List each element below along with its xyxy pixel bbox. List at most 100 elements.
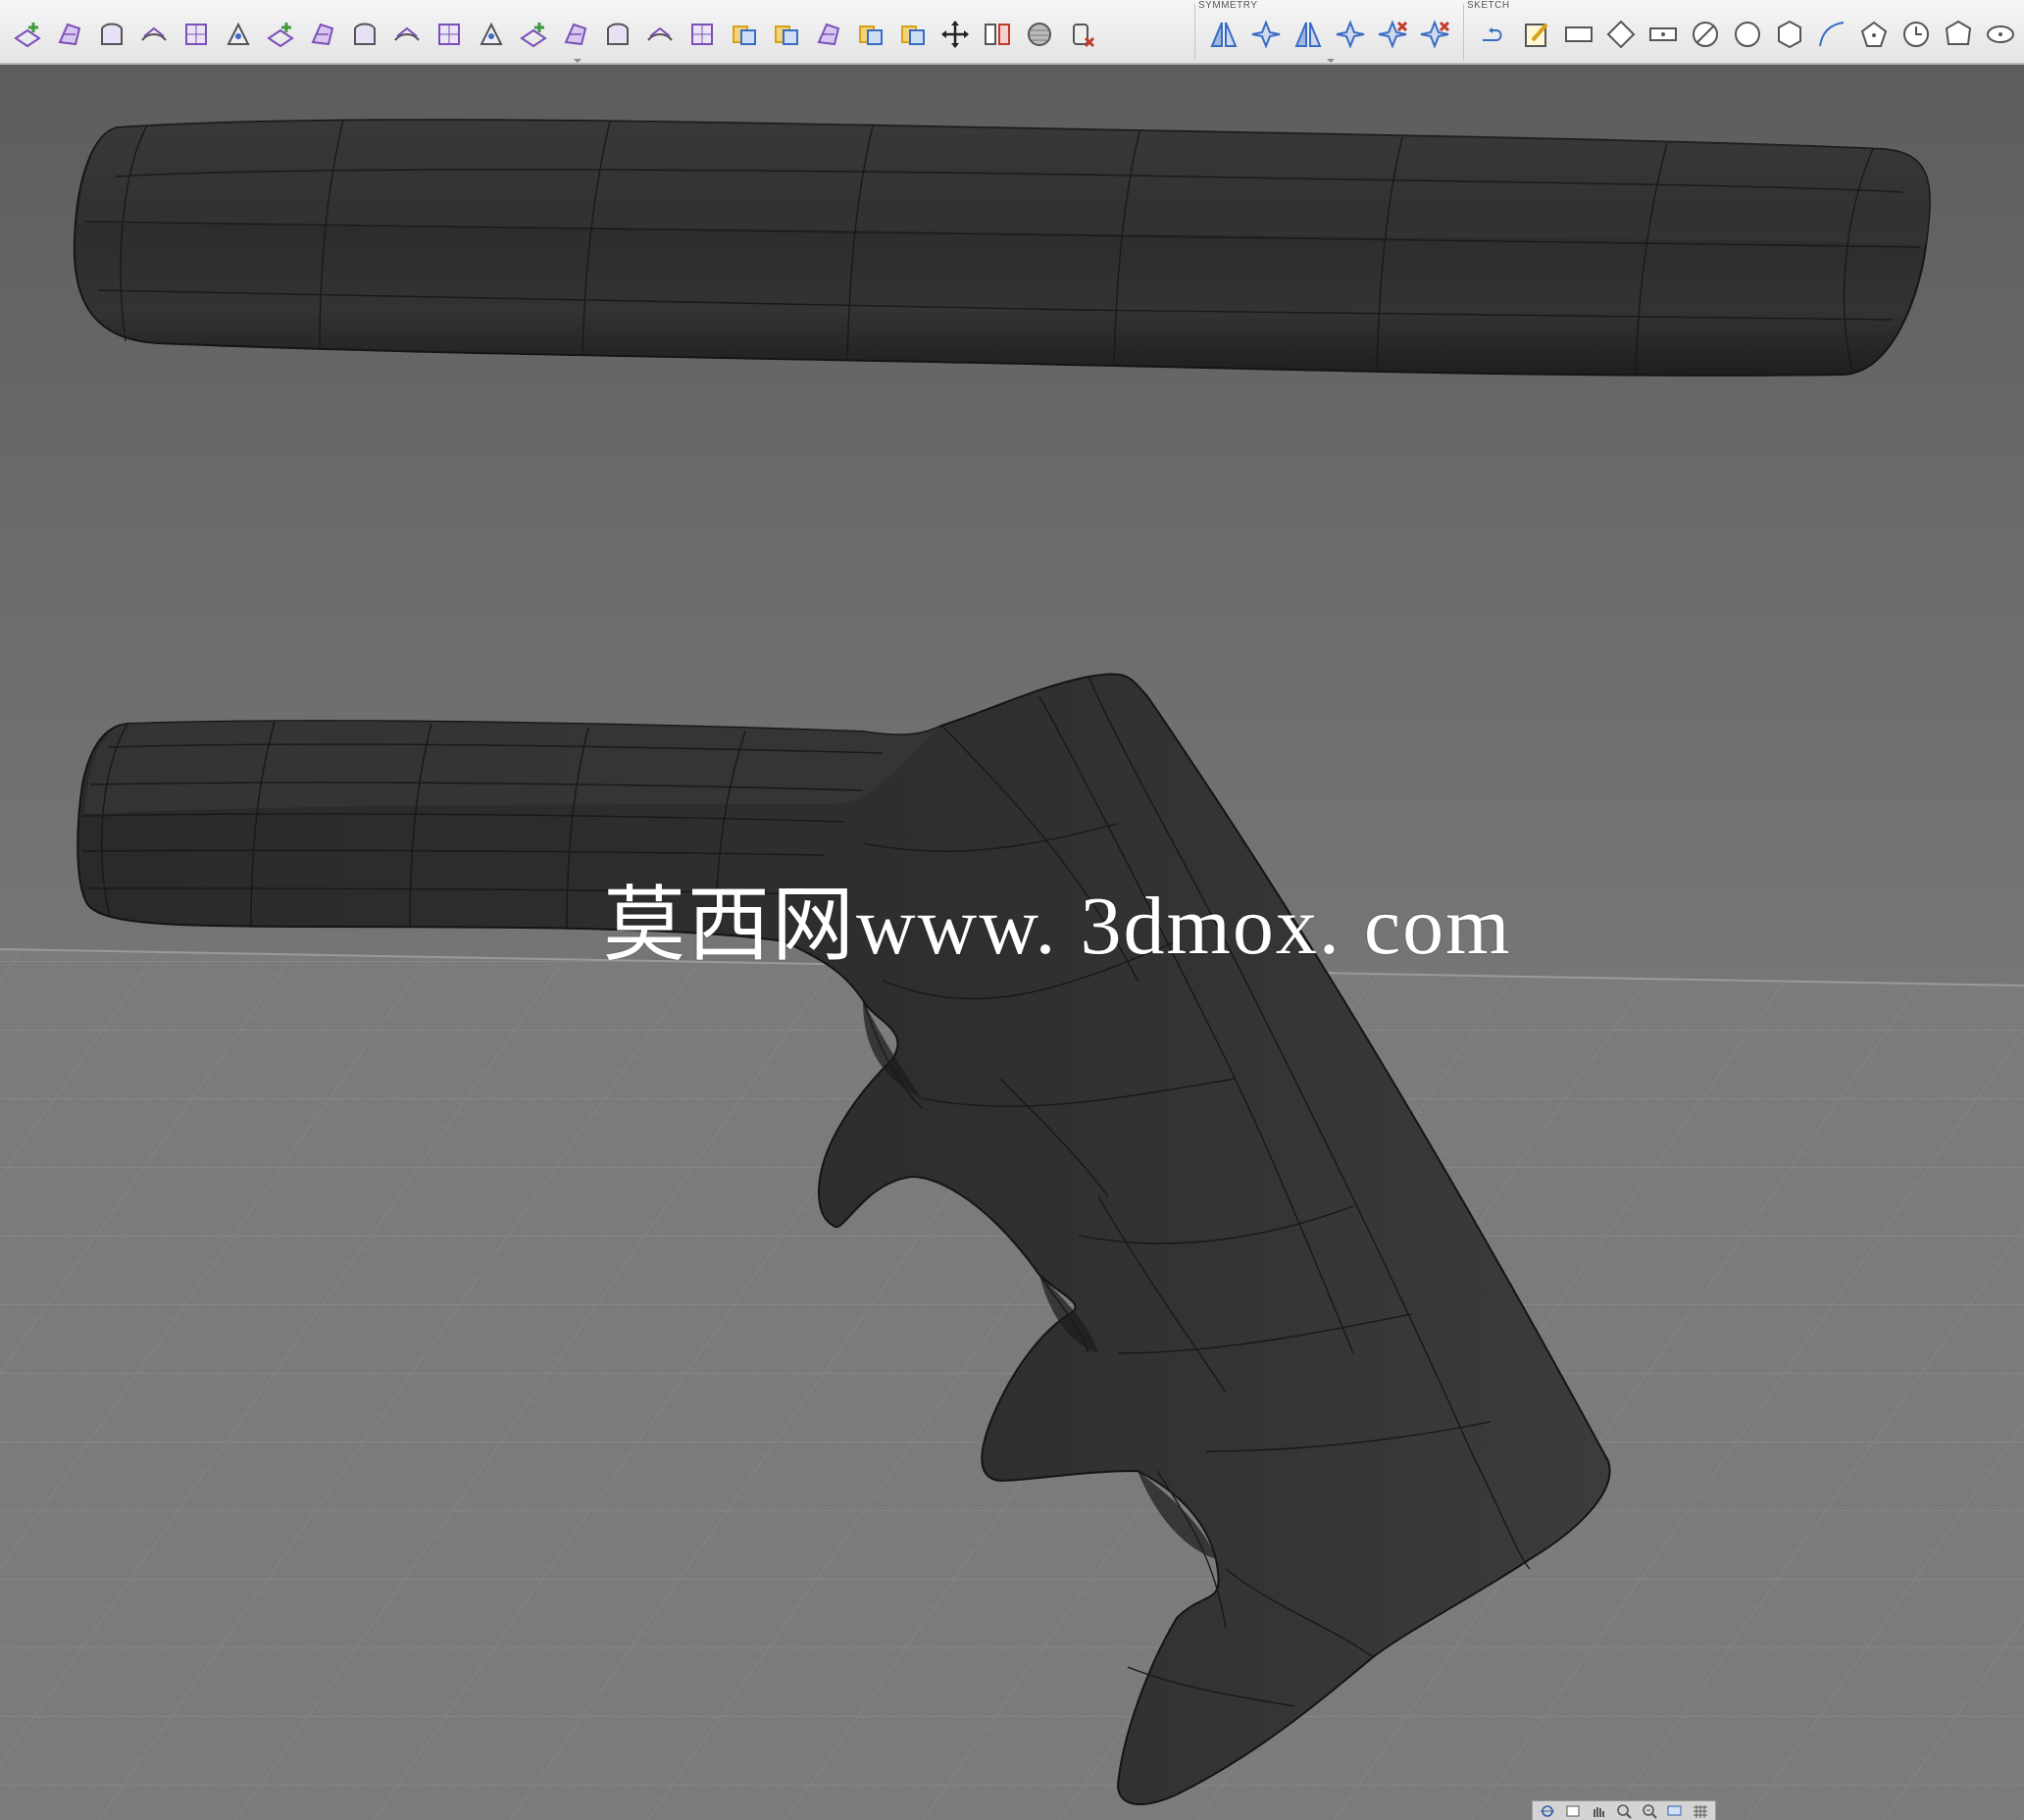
orbit-icon[interactable] (1536, 1801, 1559, 1820)
slide-edge-icon[interactable] (431, 17, 467, 52)
circular-duplicate-icon[interactable] (1333, 17, 1368, 52)
uncrease-icon[interactable] (347, 17, 382, 52)
circular-internal-icon (1251, 20, 1281, 49)
circle-diameter-icon[interactable] (1688, 17, 1723, 52)
polygon-icon[interactable] (1772, 17, 1807, 52)
symmetry-dropdown-arrow[interactable] (1327, 59, 1335, 63)
zoom-icon[interactable] (1612, 1801, 1636, 1820)
crease-icon[interactable] (305, 17, 340, 52)
modify-tool-group (0, 0, 1192, 63)
diamond-icon[interactable] (1603, 17, 1639, 52)
fill-hole-icon (185, 24, 207, 45)
subdivide-icon[interactable] (94, 17, 129, 52)
look-at-icon[interactable] (1561, 1801, 1585, 1820)
ellipse-icon[interactable] (1983, 17, 2018, 52)
delete-icon (1073, 24, 1095, 48)
interpolate-icon (647, 26, 673, 41)
make-uniform-icon[interactable] (811, 17, 846, 52)
clock-icon (1903, 22, 1929, 47)
bridge-icon[interactable] (136, 17, 172, 52)
app-window: SYMMETRY SKETCH 莫西网www. 3dmox. com (0, 0, 2024, 1820)
pan-icon[interactable] (1587, 1801, 1610, 1820)
match-icon[interactable] (600, 17, 635, 52)
toolbar-separator (1463, 4, 1464, 61)
clear-symmetry-icon (1378, 20, 1408, 49)
unfreeze-icon (775, 25, 798, 45)
pentagon-icon (1860, 21, 1888, 47)
weld-vertices-icon[interactable] (221, 17, 256, 52)
symmetry-tool-group: SYMMETRY (1198, 0, 1463, 63)
freeze-icon (733, 25, 756, 45)
make-uniform-icon (817, 23, 840, 46)
mirror-duplicate-icon[interactable] (1290, 17, 1326, 52)
create-sketch-icon[interactable] (1519, 17, 1554, 52)
freeze-icon[interactable] (727, 17, 762, 52)
line-icon[interactable] (1477, 17, 1512, 52)
symmetry-group-label: SYMMETRY (1198, 0, 1258, 11)
slot-icon[interactable] (1645, 17, 1681, 52)
bridge-icon (141, 26, 167, 41)
shield-icon (1945, 20, 1972, 45)
crease-icon (311, 23, 334, 46)
scene-canvas (0, 119, 2024, 1820)
convert-icon (859, 25, 883, 45)
mirror-internal-icon[interactable] (1206, 17, 1241, 52)
merge-bodies-icon (901, 25, 925, 45)
pull-icon[interactable] (474, 17, 509, 52)
display-settings-icon[interactable] (1663, 1801, 1687, 1820)
arc-icon (1819, 22, 1845, 47)
grid-settings-icon[interactable] (1689, 1801, 1712, 1820)
rectangle-icon (1565, 26, 1593, 42)
straighten-icon (564, 23, 587, 46)
slide-edge-icon (438, 24, 460, 45)
circle-icon (1735, 22, 1760, 47)
insert-point-icon[interactable] (52, 17, 87, 52)
rectangle-icon[interactable] (1561, 17, 1596, 52)
mirror-duplicate-icon (1294, 22, 1322, 47)
display-mode-icon (1028, 23, 1051, 46)
unweld-edges-icon[interactable] (263, 17, 298, 52)
unfreeze-icon[interactable] (769, 17, 804, 52)
straighten-icon[interactable] (558, 17, 593, 52)
merge-bodies-icon[interactable] (895, 17, 931, 52)
interpolate-icon[interactable] (642, 17, 678, 52)
display-mode-icon[interactable] (1022, 17, 1057, 52)
thicken-icon (691, 24, 713, 45)
arc-icon[interactable] (1814, 17, 1849, 52)
weld-vertices-icon (227, 22, 250, 45)
convert-icon[interactable] (853, 17, 888, 52)
delete-icon[interactable] (1064, 17, 1099, 52)
fit-icon[interactable] (1638, 1801, 1661, 1820)
toolbar-separator (1194, 4, 1195, 61)
unweld-edges-icon (267, 23, 294, 48)
isolate-symmetry-icon (1420, 20, 1450, 49)
pull-icon (480, 22, 503, 45)
thicken-icon[interactable] (684, 17, 720, 52)
polygon-icon (1778, 20, 1801, 49)
subdivide-icon (101, 23, 123, 45)
circle-icon[interactable] (1730, 17, 1765, 52)
uncrease-icon (354, 23, 376, 45)
3d-viewport[interactable]: 莫西网www. 3dmox. com (0, 65, 2024, 1820)
match-icon (607, 23, 629, 45)
pentagon-icon[interactable] (1856, 17, 1892, 52)
insert-edge-icon[interactable] (10, 17, 45, 52)
bevel-edge-icon[interactable] (389, 17, 425, 52)
insert-edge-icon (14, 23, 41, 48)
clock-icon[interactable] (1898, 17, 1934, 52)
clear-symmetry-icon[interactable] (1375, 17, 1410, 52)
sketch-tool-group: SKETCH (1467, 0, 2024, 63)
edit-form-move-icon[interactable] (937, 17, 973, 52)
mirror-body-icon[interactable] (980, 17, 1015, 52)
tsurface-bar-body[interactable] (73, 119, 1931, 378)
fill-hole-icon[interactable] (178, 17, 214, 52)
bevel-edge-icon (394, 26, 420, 41)
flatten-icon (520, 23, 547, 48)
toolbar: SYMMETRY SKETCH (0, 0, 2024, 65)
line-icon (1483, 27, 1502, 41)
flatten-icon[interactable] (516, 17, 551, 52)
isolate-symmetry-icon[interactable] (1417, 17, 1452, 52)
shield-icon[interactable] (1941, 17, 1976, 52)
circular-internal-icon[interactable] (1248, 17, 1284, 52)
modify-dropdown-arrow[interactable] (574, 59, 582, 63)
